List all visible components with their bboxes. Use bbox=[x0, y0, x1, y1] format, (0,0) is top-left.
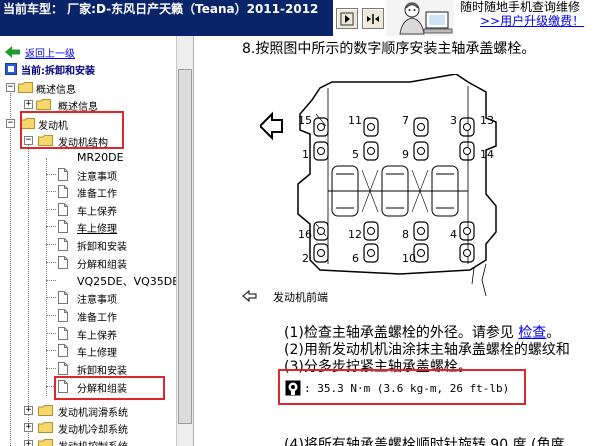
torque-value: : 35.3 N·m (3.6 kg-m, 26 ft-lb) bbox=[304, 382, 510, 395]
document-icon bbox=[58, 220, 68, 233]
location-icon bbox=[5, 63, 17, 75]
car-model-bar: 当前车型： 厂家:D-东风日产天籁（Teana）2011-2012 bbox=[0, 0, 333, 36]
header-ad: 随时随地手机查询维修 >>用户升级缴费！ bbox=[454, 0, 604, 36]
navigation-tree: 返回上一级 当前:拆卸和安装 − 概述信息 + 概述信息 − 发动机 − 发动机… bbox=[0, 36, 194, 446]
tree-item-label: 车上修理 bbox=[77, 348, 117, 359]
header-bar: 当前车型： 厂家:D-东风日产天籁（Teana）2011-2012 随时随地手机… bbox=[0, 0, 604, 36]
car-model-title: 当前车型： 厂家:D-东风日产天籁（Teana）2011-2012 bbox=[3, 2, 319, 16]
prev-page-button[interactable] bbox=[336, 8, 358, 29]
torque-wrench-icon bbox=[285, 380, 301, 396]
tree-item-label: 注意事项 bbox=[77, 295, 117, 306]
document-icon bbox=[58, 362, 68, 375]
tree-item-label: 发动机润滑系统 bbox=[58, 408, 128, 419]
tree-item-label: 拆卸和安装 bbox=[77, 366, 127, 377]
bolt-number: 2 bbox=[302, 252, 309, 265]
tree-item-label: MR20DE bbox=[77, 151, 124, 164]
highlight-engine-structure bbox=[20, 111, 124, 149]
tree-item-label: 准备工作 bbox=[77, 313, 117, 324]
arrow-right-icon bbox=[340, 12, 354, 26]
folder-icon bbox=[38, 422, 53, 433]
main-bearing-bolt-diagram: 15 11 7 3 1 5 9 13 16 12 8 4 2 6 10 14 bbox=[260, 74, 497, 296]
tree-item-label: 车上保养 bbox=[77, 331, 117, 342]
upgrade-payment-link[interactable]: >>用户升级缴费！ bbox=[480, 12, 584, 29]
bolt-number: 15 bbox=[298, 114, 312, 127]
tree-item-label: 发动机冷却系统 bbox=[58, 425, 128, 436]
bolt-number: 11 bbox=[348, 114, 362, 127]
bolt-number: 1 bbox=[302, 148, 309, 161]
bolt-number: 14 bbox=[480, 148, 494, 161]
expand-toggle[interactable]: + bbox=[24, 406, 33, 415]
bolt-number: 16 bbox=[298, 228, 312, 241]
tree-item-label: 车上保养 bbox=[77, 207, 117, 218]
bolt-number: 5 bbox=[352, 148, 359, 161]
instruction-line-4: (4)将所有轴承盖螺栓顺时针旋转 90 度 (角度 bbox=[284, 437, 565, 446]
document-icon bbox=[58, 238, 68, 251]
helpdesk-illustration bbox=[386, 0, 454, 36]
expand-toggle[interactable]: + bbox=[24, 423, 33, 432]
bolt-number: 9 bbox=[402, 148, 409, 161]
highlight-disassembly bbox=[54, 376, 165, 400]
tree-item-label: 发动机控制系统 bbox=[58, 438, 128, 446]
document-icon bbox=[58, 291, 68, 304]
back-arrow-icon bbox=[5, 46, 20, 58]
tree-item-label: 车上修理 bbox=[77, 224, 117, 235]
folder-icon bbox=[38, 405, 53, 416]
bolt-number: 8 bbox=[402, 228, 409, 241]
bolt-number: 13 bbox=[480, 114, 494, 127]
engine-front-label: 发动机前端 bbox=[273, 291, 328, 304]
tree-item-label: VQ25DE、VQ35DE bbox=[77, 275, 180, 288]
bolt-number: 6 bbox=[352, 252, 359, 265]
document-icon bbox=[58, 203, 68, 216]
folder-icon bbox=[38, 439, 53, 446]
expand-toggle[interactable]: + bbox=[24, 100, 33, 109]
arrow-left-icon bbox=[242, 290, 257, 302]
expand-toggle[interactable]: − bbox=[6, 83, 15, 92]
content-pane: 8.按照图中所示的数字顺序安装主轴承盖螺栓。 15 11 7 3 1 5 9 1… bbox=[194, 36, 604, 446]
tree-item-label: 拆卸和安装 bbox=[77, 242, 127, 253]
back-link-label: 返回上一级 bbox=[25, 49, 75, 60]
step-heading: 8.按照图中所示的数字顺序安装主轴承盖螺栓。 bbox=[242, 41, 536, 57]
current-location-label: 当前:拆卸和安装 bbox=[21, 66, 95, 77]
double-arrow-icon bbox=[367, 14, 379, 24]
document-icon bbox=[58, 309, 68, 322]
tree-item-label: 注意事项 bbox=[77, 172, 117, 183]
folder-icon bbox=[18, 82, 33, 93]
bolt-number: 4 bbox=[450, 228, 457, 241]
document-icon bbox=[58, 256, 68, 269]
tree-scrollbar[interactable] bbox=[176, 36, 193, 446]
person-at-computer-icon bbox=[386, 0, 454, 36]
expand-toggle[interactable]: + bbox=[24, 440, 33, 446]
tree-item-label: 准备工作 bbox=[77, 189, 117, 200]
expand-toggle[interactable]: − bbox=[6, 119, 15, 128]
document-icon bbox=[58, 168, 68, 181]
document-icon bbox=[58, 327, 68, 340]
bolt-number: 10 bbox=[402, 252, 416, 265]
document-icon bbox=[58, 185, 68, 198]
bolt-number: 7 bbox=[402, 114, 409, 127]
document-icon bbox=[58, 344, 68, 357]
bolt-number: 12 bbox=[348, 228, 362, 241]
tree-item-label: 分解和组装 bbox=[77, 260, 127, 271]
tree-item-label: 概述信息 bbox=[36, 85, 76, 96]
next-page-button[interactable] bbox=[362, 8, 384, 29]
scrollbar-thumb[interactable] bbox=[178, 69, 192, 424]
bolt-number: 3 bbox=[450, 114, 457, 127]
folder-icon bbox=[36, 99, 51, 110]
